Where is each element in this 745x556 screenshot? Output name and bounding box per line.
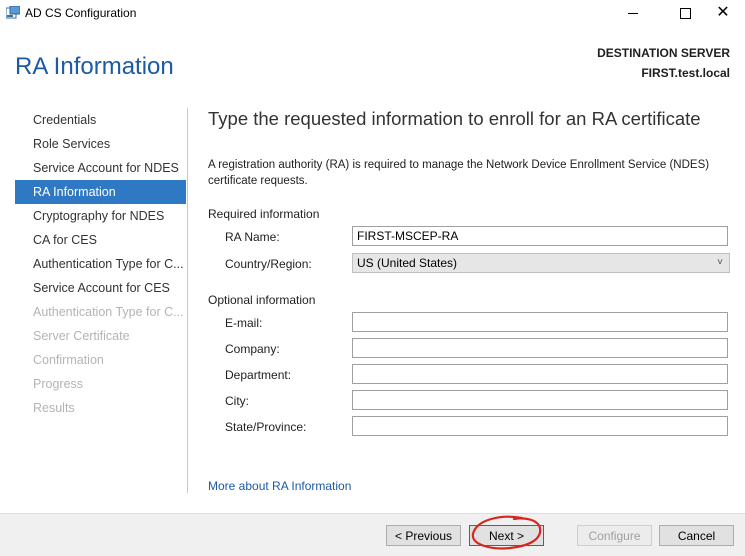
minimize-button[interactable] — [610, 0, 656, 26]
nav-item-confirmation: Confirmation — [33, 353, 104, 367]
city-label: City: — [225, 394, 249, 408]
close-button[interactable]: ✕ — [700, 0, 745, 26]
nav-item-role-services[interactable]: Role Services — [15, 132, 186, 156]
ra-name-label: RA Name: — [225, 230, 280, 244]
company-input[interactable] — [352, 338, 728, 358]
ra-name-input[interactable] — [352, 226, 728, 246]
nav-item-server-certificate: Server Certificate — [33, 329, 130, 343]
country-region-value: US (United States) — [357, 256, 458, 270]
nav-item-authentication-type-2: Authentication Type for C... — [33, 305, 184, 319]
company-label: Company: — [225, 342, 280, 356]
close-icon: ✕ — [716, 4, 730, 21]
more-about-ra-link[interactable]: More about RA Information — [208, 479, 351, 493]
country-region-select[interactable]: US (United States) ˅ — [352, 253, 730, 273]
nav-item-cryptography-ndes[interactable]: Cryptography for NDES — [15, 204, 186, 228]
required-info-label: Required information — [208, 207, 320, 221]
department-label: Department: — [225, 368, 292, 382]
state-province-input[interactable] — [352, 416, 728, 436]
page-title: RA Information — [15, 53, 174, 80]
app-icon — [6, 6, 20, 19]
description-text: A registration authority (RA) is require… — [208, 159, 710, 187]
nav-item-credentials[interactable]: Credentials — [15, 108, 186, 132]
window-title: AD CS Configuration — [25, 6, 137, 20]
destination-server-label: DESTINATION SERVER — [597, 46, 730, 60]
optional-info-label: Optional information — [208, 293, 316, 307]
next-button[interactable]: Next > — [469, 525, 544, 546]
email-label: E-mail: — [225, 316, 263, 330]
title-bar: AD CS Configuration ✕ — [0, 0, 745, 26]
cancel-button[interactable]: Cancel — [659, 525, 734, 546]
nav-divider — [187, 108, 188, 493]
state-province-label: State/Province: — [225, 420, 307, 434]
configure-button: Configure — [577, 525, 652, 546]
department-input[interactable] — [352, 364, 728, 384]
nav-item-service-account-ces[interactable]: Service Account for CES — [15, 276, 186, 300]
destination-server-name: FIRST.test.local — [641, 66, 730, 80]
nav-item-ra-information[interactable]: RA Information — [15, 180, 186, 204]
maximize-icon — [679, 7, 691, 19]
previous-button[interactable]: < Previous — [386, 525, 461, 546]
nav-item-authentication-type-1[interactable]: Authentication Type for C... — [15, 252, 186, 276]
section-heading: Type the requested information to enroll… — [208, 108, 701, 129]
chevron-down-icon: ˅ — [717, 257, 723, 268]
wizard-nav: Credentials Role Services Service Accoun… — [15, 108, 186, 420]
nav-item-progress: Progress — [33, 377, 84, 391]
nav-item-service-account-ndes[interactable]: Service Account for NDES — [15, 156, 186, 180]
country-region-label: Country/Region: — [225, 257, 312, 271]
city-input[interactable] — [352, 390, 728, 410]
nav-item-ca-for-ces[interactable]: CA for CES — [15, 228, 186, 252]
nav-item-results: Results — [33, 401, 75, 415]
email-input[interactable] — [352, 312, 728, 332]
minimize-icon — [628, 12, 638, 14]
